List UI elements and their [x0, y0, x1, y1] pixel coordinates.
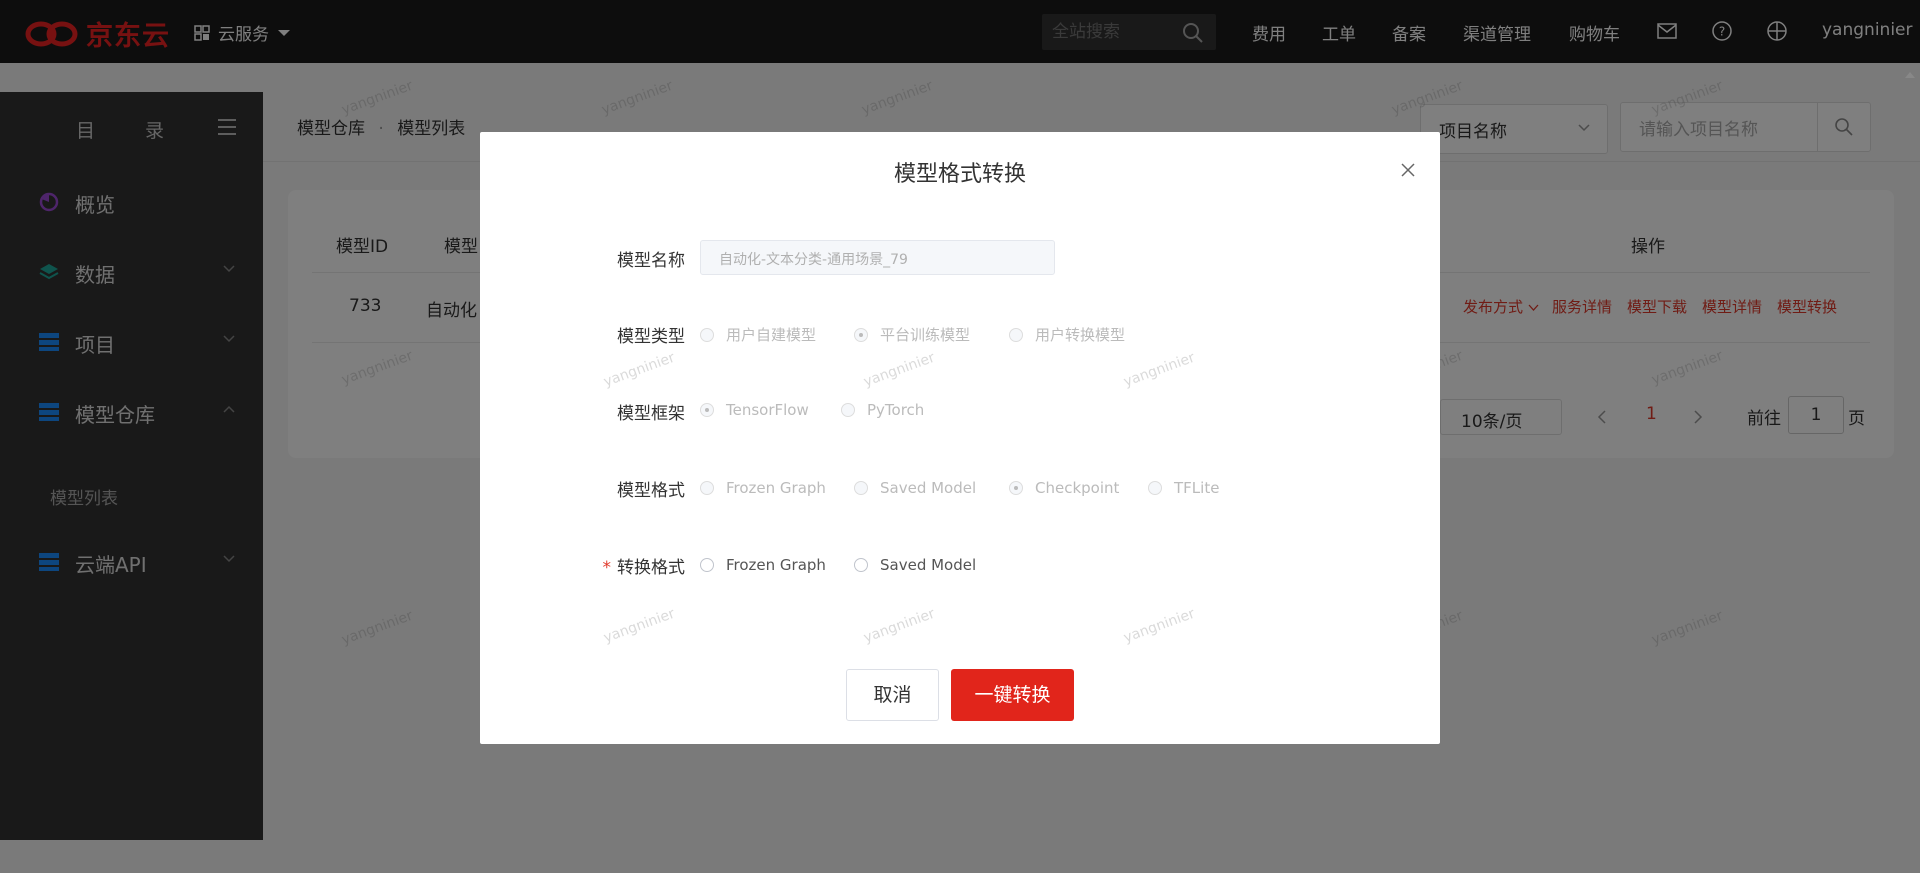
radio-dot	[700, 558, 714, 572]
radio-dot	[841, 403, 855, 417]
radio-framework-tensorflow: TensorFlow	[700, 401, 809, 419]
watermark: yangninier	[1121, 349, 1198, 391]
cancel-button[interactable]: 取消	[846, 669, 939, 721]
radio-convert-frozen-graph[interactable]: Frozen Graph	[700, 556, 826, 574]
model-format-label: 模型格式	[617, 481, 685, 501]
radio-dot	[700, 327, 714, 342]
watermark: yangninier	[601, 605, 678, 647]
radio-label: PyTorch	[867, 401, 925, 419]
radio-dot	[854, 481, 868, 495]
radio-model-type-platform-trained: 平台训练模型	[854, 324, 970, 345]
radio-format-frozen-graph: Frozen Graph	[700, 479, 826, 497]
radio-convert-saved-model[interactable]: Saved Model	[854, 556, 976, 574]
required-mark: *	[602, 558, 612, 578]
model-name-input: 自动化-文本分类-通用场景_79	[700, 240, 1055, 275]
radio-label: Checkpoint	[1035, 479, 1120, 497]
radio-label: TensorFlow	[726, 401, 809, 419]
model-format-conversion-dialog: 模型格式转换 yangninier yangninier yangninier …	[480, 132, 1440, 744]
radio-model-type-user-built: 用户自建模型	[700, 324, 816, 345]
close-icon[interactable]	[1396, 158, 1420, 182]
watermark: yangninier	[861, 605, 938, 647]
radio-framework-pytorch: PyTorch	[841, 401, 924, 419]
watermark: yangninier	[601, 349, 678, 391]
radio-label: Saved Model	[880, 556, 977, 574]
page-scrollbar[interactable]	[1900, 64, 1920, 873]
radio-format-saved-model: Saved Model	[854, 479, 976, 497]
radio-dot	[700, 481, 714, 495]
radio-dot	[854, 327, 868, 342]
radio-dot	[854, 558, 868, 572]
watermark: yangninier	[861, 349, 938, 391]
radio-dot	[1148, 481, 1162, 495]
radio-label: 平台训练模型	[880, 326, 971, 344]
radio-label: Frozen Graph	[726, 479, 826, 497]
radio-dot	[1009, 481, 1023, 495]
radio-label: 用户自建模型	[726, 326, 817, 344]
radio-model-type-user-converted: 用户转换模型	[1009, 324, 1125, 345]
convert-format-label-text: 转换格式	[617, 558, 685, 578]
watermark: yangninier	[1121, 605, 1198, 647]
radio-label: Saved Model	[880, 479, 977, 497]
model-name-label: 模型名称	[617, 251, 685, 271]
radio-label: 用户转换模型	[1035, 326, 1126, 344]
model-framework-label: 模型框架	[617, 404, 685, 424]
radio-dot	[700, 403, 714, 417]
radio-label: Frozen Graph	[726, 556, 826, 574]
radio-format-checkpoint: Checkpoint	[1009, 479, 1119, 497]
radio-format-tflite: TFLite	[1148, 479, 1219, 497]
one-click-convert-button[interactable]: 一键转换	[951, 669, 1074, 721]
dialog-title: 模型格式转换	[893, 162, 1026, 187]
convert-format-label: * 转换格式	[580, 553, 686, 578]
radio-dot	[1009, 327, 1023, 342]
model-type-label: 模型类型	[617, 327, 685, 347]
radio-label: TFLite	[1174, 479, 1220, 497]
scroll-up-icon[interactable]	[1900, 68, 1920, 82]
